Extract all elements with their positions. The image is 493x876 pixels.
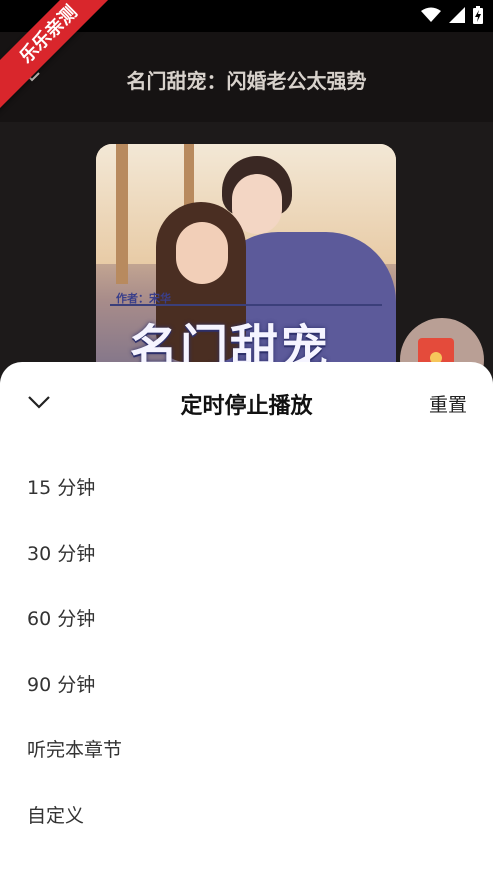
signal-icon [449, 7, 465, 23]
timer-option-custom[interactable]: 自定义 [0, 784, 493, 850]
timer-option-90-min[interactable]: 90 分钟 [0, 653, 493, 719]
cover-figure-girl-face [176, 222, 228, 284]
timer-options-list: 15 分钟 30 分钟 60 分钟 90 分钟 听完本章节 自定义 [0, 456, 493, 850]
timer-option-60-min[interactable]: 60 分钟 [0, 587, 493, 653]
battery-charging-icon [473, 6, 483, 24]
timer-option-15-min[interactable]: 15 分钟 [0, 456, 493, 522]
timer-option-end-of-chapter[interactable]: 听完本章节 [0, 718, 493, 784]
sheet-header: 定时停止播放 重置 [0, 362, 493, 444]
timer-bottom-sheet: 定时停止播放 重置 15 分钟 30 分钟 60 分钟 90 分钟 听完本章节 … [0, 362, 493, 876]
reset-button[interactable]: 重置 [429, 390, 467, 417]
sheet-title: 定时停止播放 [180, 394, 313, 419]
book-title: 名门甜宠：闪婚老公太强势 [126, 69, 367, 93]
cover-frame [116, 144, 128, 284]
player-top-bar: 名门甜宠：闪婚老公太强势 [0, 32, 493, 122]
cover-divider [110, 304, 382, 306]
wifi-icon [421, 7, 441, 22]
timer-option-30-min[interactable]: 30 分钟 [0, 522, 493, 588]
status-icons [421, 6, 483, 24]
